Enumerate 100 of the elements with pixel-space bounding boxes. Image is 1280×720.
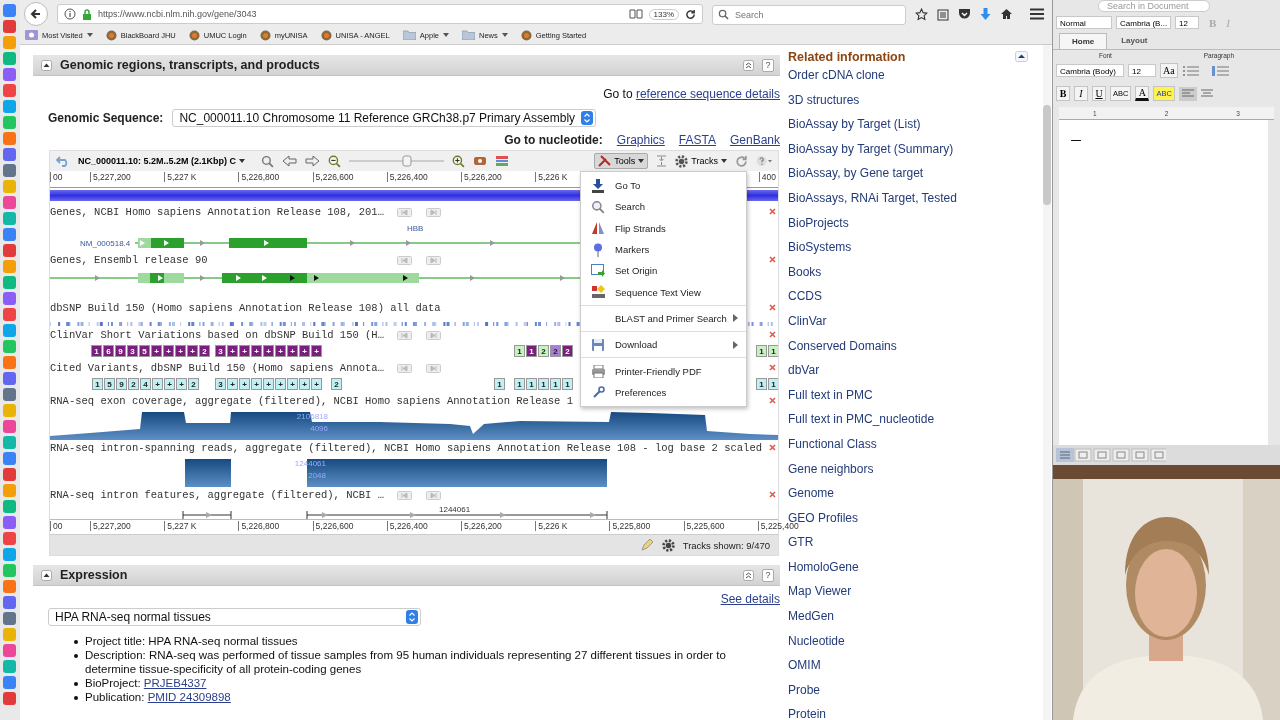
variant-marker[interactable]: 9 bbox=[115, 345, 126, 357]
variant-marker[interactable]: + bbox=[239, 345, 250, 357]
collapse-tracks-icon[interactable] bbox=[656, 155, 668, 167]
variant-marker[interactable]: 2 bbox=[562, 345, 573, 357]
menu-item[interactable]: Sequence Text View bbox=[581, 281, 746, 303]
variant-marker[interactable]: 1 bbox=[514, 345, 525, 357]
ribbon-tab[interactable]: Layout bbox=[1109, 33, 1160, 49]
help-button[interactable]: ? bbox=[762, 58, 774, 72]
format-link[interactable]: Graphics bbox=[616, 133, 665, 147]
related-link[interactable]: BioProjects bbox=[788, 214, 849, 240]
bold-button[interactable]: B bbox=[1056, 86, 1070, 101]
variant-marker[interactable]: + bbox=[263, 378, 274, 390]
download-icon[interactable] bbox=[980, 7, 991, 21]
related-link[interactable]: MedGen bbox=[788, 608, 835, 633]
reference-link[interactable]: reference sequence details bbox=[635, 87, 780, 101]
close-icon[interactable] bbox=[769, 364, 776, 371]
info-icon[interactable] bbox=[64, 8, 76, 20]
previous-feature-icon[interactable] bbox=[397, 363, 412, 373]
detail-link[interactable]: PRJEB4337 bbox=[143, 677, 207, 689]
reload-icon[interactable] bbox=[685, 8, 696, 20]
section-header[interactable]: Genomic regions, transcripts, and products ? bbox=[33, 55, 780, 76]
variant-marker[interactable]: + bbox=[311, 378, 322, 390]
format-link[interactable]: GenBank bbox=[729, 133, 780, 147]
gear-icon[interactable] bbox=[661, 538, 675, 552]
scroll-top-icon[interactable] bbox=[743, 59, 754, 71]
related-link[interactable]: BioAssays, RNAi Target, Tested bbox=[788, 189, 957, 215]
variant-marker[interactable]: + bbox=[287, 345, 298, 357]
font-select[interactable]: Cambria (Body) bbox=[1056, 64, 1124, 77]
variant-marker[interactable]: + bbox=[299, 345, 310, 357]
close-icon[interactable] bbox=[769, 491, 776, 498]
related-link[interactable]: Functional Class bbox=[788, 435, 877, 461]
related-link[interactable]: BioAssay by Target (List) bbox=[788, 116, 921, 141]
variant-marker[interactable]: 1 bbox=[526, 378, 537, 390]
variant-marker[interactable]: + bbox=[227, 378, 238, 390]
next-feature-icon[interactable] bbox=[426, 363, 441, 373]
variant-marker[interactable]: 1 bbox=[538, 378, 549, 390]
previous-feature-icon[interactable] bbox=[397, 255, 412, 265]
related-link[interactable]: CCDS bbox=[788, 288, 822, 313]
related-link[interactable]: Protein bbox=[788, 706, 827, 720]
next-feature-icon[interactable] bbox=[426, 330, 441, 340]
help-icon[interactable] bbox=[756, 155, 772, 167]
format-link[interactable]: FASTA bbox=[678, 133, 716, 147]
variant-marker[interactable]: 1 bbox=[756, 345, 767, 357]
ribbon-tab[interactable]: Home bbox=[1059, 33, 1108, 49]
variant-marker[interactable]: + bbox=[275, 345, 286, 357]
related-link[interactable]: Full text in PMC bbox=[788, 386, 873, 412]
section-header[interactable]: Expression ? bbox=[33, 565, 780, 586]
variant-marker[interactable]: + bbox=[175, 345, 186, 357]
menu-item[interactable]: BLAST and Primer Search bbox=[581, 307, 746, 330]
refresh-icon[interactable] bbox=[735, 154, 748, 168]
related-link[interactable]: Map Viewer bbox=[788, 583, 852, 609]
font-color-button[interactable]: A bbox=[1135, 86, 1150, 101]
menu-item[interactable]: Flip Strands bbox=[581, 217, 746, 239]
help-button[interactable]: ? bbox=[762, 568, 774, 582]
variant-marker[interactable]: + bbox=[239, 378, 250, 390]
zoom-in-icon[interactable] bbox=[452, 154, 466, 168]
menu-item[interactable]: Printer-Friendly PDF bbox=[581, 360, 746, 382]
undo-icon[interactable] bbox=[56, 155, 70, 167]
variant-marker[interactable]: 3 bbox=[215, 345, 226, 357]
related-link[interactable]: BioAssay, by Gene target bbox=[788, 165, 924, 190]
menu-icon[interactable] bbox=[1030, 8, 1044, 20]
detail-link[interactable]: PMID 24309898 bbox=[147, 691, 231, 703]
related-link[interactable]: Order cDNA clone bbox=[788, 67, 885, 92]
previous-feature-icon[interactable] bbox=[397, 330, 412, 340]
see-details-link[interactable]: See details bbox=[720, 592, 780, 606]
variant-marker[interactable]: 2 bbox=[188, 378, 199, 390]
scrollbar[interactable] bbox=[1043, 45, 1051, 720]
variant-marker[interactable]: 3 bbox=[215, 378, 226, 390]
variant-marker[interactable]: 1 bbox=[514, 378, 525, 390]
related-link[interactable]: BioSystems bbox=[788, 239, 852, 264]
variant-marker[interactable]: 9 bbox=[116, 378, 127, 390]
right-arrow-icon[interactable] bbox=[305, 155, 321, 167]
collapse-icon[interactable] bbox=[41, 569, 52, 581]
menu-item[interactable]: Download bbox=[581, 334, 746, 356]
address-bar[interactable]: https://www.ncbi.nlm.nih.gov/gene/3043 133% bbox=[57, 4, 703, 24]
variant-marker[interactable]: 1 bbox=[550, 378, 561, 390]
variant-marker[interactable]: + bbox=[251, 378, 262, 390]
related-link[interactable]: 3D structures bbox=[788, 91, 860, 117]
menu-item[interactable]: Go To bbox=[581, 175, 746, 197]
sequence-select[interactable]: NC_000011.10 Chromosome 11 Reference GRCh38.p7 Primary Assembly bbox=[172, 109, 597, 127]
close-icon[interactable] bbox=[769, 304, 776, 311]
variant-marker[interactable]: 1 bbox=[526, 345, 537, 357]
slider-thumb[interactable] bbox=[402, 155, 412, 167]
variant-marker[interactable]: 2 bbox=[199, 345, 210, 357]
variant-marker[interactable]: + bbox=[164, 378, 175, 390]
menu-item[interactable]: Preferences bbox=[581, 381, 746, 403]
variant-marker[interactable]: 6 bbox=[103, 345, 114, 357]
variant-marker[interactable]: + bbox=[287, 378, 298, 390]
variant-marker[interactable]: 4 bbox=[140, 378, 151, 390]
related-link[interactable]: Full text in PMC_nucleotide bbox=[788, 411, 935, 436]
variant-marker[interactable]: 1 bbox=[756, 378, 767, 390]
related-link[interactable]: GTR bbox=[788, 534, 814, 559]
variant-marker[interactable]: 3 bbox=[127, 345, 138, 357]
search-icon[interactable] bbox=[261, 154, 275, 168]
pencil-icon[interactable] bbox=[639, 538, 654, 552]
close-icon[interactable] bbox=[769, 256, 776, 263]
menu-item[interactable]: Set Origin bbox=[581, 260, 746, 282]
size-select[interactable]: 12 bbox=[1128, 64, 1156, 77]
size-select[interactable]: 12 bbox=[1175, 16, 1199, 29]
close-icon[interactable] bbox=[769, 444, 776, 451]
